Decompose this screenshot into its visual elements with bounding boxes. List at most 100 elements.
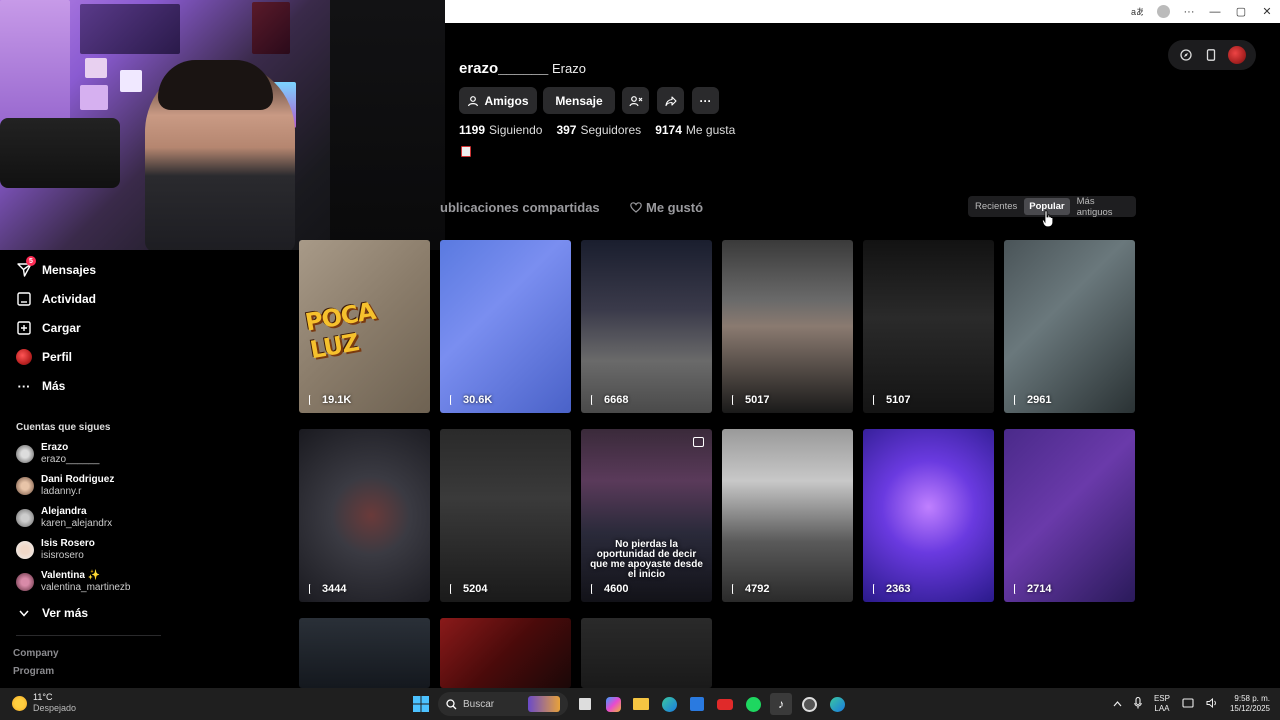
video-tile[interactable] <box>581 618 712 688</box>
sidebar-item-label: Perfil <box>42 350 73 364</box>
add-user-icon <box>628 95 642 106</box>
view-count: 5017 <box>732 394 769 406</box>
video-tile[interactable]: 2714 <box>1004 429 1135 602</box>
friends-button[interactable]: Amigos <box>459 87 537 114</box>
more-options-button[interactable]: ··· <box>692 87 719 114</box>
tiktok-icon[interactable]: ♪ <box>770 693 792 715</box>
user-avatar[interactable] <box>1227 46 1246 64</box>
video-tile[interactable]: 2363 <box>863 429 994 602</box>
wifi-icon[interactable] <box>1182 698 1194 710</box>
video-caption: POCA LUZ <box>303 296 378 365</box>
video-tile[interactable]: No pierdas la oportunidad de decir que m… <box>581 429 712 602</box>
video-tile[interactable]: 30.6K <box>440 240 571 413</box>
sidebar-item-activity[interactable]: Actividad <box>16 291 96 307</box>
video-tile[interactable]: 6668 <box>581 240 712 413</box>
sort-recent[interactable]: Recientes <box>970 198 1022 215</box>
message-button[interactable]: Mensaje <box>543 87 615 114</box>
view-count: 3444 <box>309 583 346 595</box>
start-icon[interactable] <box>410 693 432 715</box>
footer-link-company[interactable]: Company <box>13 648 59 659</box>
play-icon <box>309 584 318 594</box>
see-more-button[interactable]: Ver más <box>16 605 88 621</box>
video-tile[interactable]: 4792 <box>722 429 853 602</box>
clock[interactable]: 9:58 p. m. 15/12/2025 <box>1230 694 1270 714</box>
play-icon <box>450 584 459 594</box>
browser-icon[interactable] <box>826 693 848 715</box>
video-tile[interactable]: 2961 <box>1004 240 1135 413</box>
following-item[interactable]: Erazo erazo______ <box>16 442 99 466</box>
avatar-icon <box>16 349 32 365</box>
following-section-title: Cuentas que sigues <box>16 422 111 433</box>
see-more-label: Ver más <box>42 606 89 620</box>
share-button[interactable] <box>657 87 684 114</box>
following-item[interactable]: Alejandra karen_alejandrx <box>16 506 112 530</box>
video-tile[interactable]: 3444 <box>299 429 430 602</box>
video-tile[interactable] <box>440 618 571 688</box>
view-count: 30.6K <box>450 394 492 406</box>
sidebar-item-label: Más <box>42 379 66 393</box>
sort-oldest[interactable]: Más antiguos <box>1072 193 1134 221</box>
tab-shared-posts[interactable]: ublicaciones compartidas <box>440 200 600 215</box>
sidebar-item-more[interactable]: ··· Más <box>16 378 66 394</box>
play-icon <box>732 395 741 405</box>
stat-following[interactable]: 1199 Siguiendo <box>459 123 542 137</box>
message-label: Mensaje <box>555 93 603 108</box>
inbox-icon <box>16 291 32 307</box>
following-item[interactable]: Isis Rosero isisrosero <box>16 538 95 562</box>
stat-followers[interactable]: 397 Seguidores <box>556 123 641 137</box>
task-view-icon[interactable] <box>574 693 596 715</box>
svg-text:aあ: aあ <box>1131 7 1143 17</box>
footer-link-program[interactable]: Program <box>13 666 54 677</box>
video-tile[interactable]: POCA LUZ 19.1K <box>299 240 430 413</box>
file-explorer-icon[interactable] <box>630 693 652 715</box>
app-icon[interactable] <box>798 693 820 715</box>
video-tile[interactable]: 5204 <box>440 429 571 602</box>
messages-badge: 5 <box>26 256 36 266</box>
chevron-up-icon[interactable] <box>1113 700 1122 709</box>
following-item[interactable]: Valentina ✨ valentina_martinezb <box>16 570 131 594</box>
translate-icon[interactable]: aあ <box>1124 0 1150 23</box>
microphone-icon[interactable] <box>1134 696 1142 711</box>
follow-user-button[interactable] <box>622 87 649 114</box>
following-item[interactable]: Dani Rodriguez ladanny.r <box>16 474 114 498</box>
upload-icon <box>16 320 32 336</box>
avatar <box>16 541 34 559</box>
sidebar-item-upload[interactable]: Cargar <box>16 320 81 336</box>
video-tile[interactable] <box>299 618 430 688</box>
edge-icon[interactable] <box>658 693 680 715</box>
weather-widget[interactable]: 11°C Despejado <box>12 692 76 714</box>
heart-icon <box>630 202 642 213</box>
play-icon <box>591 584 600 594</box>
volume-icon[interactable] <box>1206 697 1218 710</box>
divider <box>16 635 161 636</box>
sidebar-item-label: Cargar <box>42 321 81 335</box>
tab-liked[interactable]: Me gustó <box>630 200 703 215</box>
taskbar-search[interactable]: Buscar <box>438 692 568 716</box>
play-icon <box>309 395 318 405</box>
floating-controls <box>1168 40 1256 70</box>
copilot-icon[interactable] <box>602 693 624 715</box>
taskbar: 11°C Despejado Buscar ♪ ESP LAA 9:58 p. … <box>0 688 1280 720</box>
browser-titlebar: aあ ··· — ▢ ✕ <box>445 0 1280 23</box>
more-icon[interactable]: ··· <box>1176 0 1202 23</box>
minimize-icon[interactable]: — <box>1202 0 1228 23</box>
language-indicator[interactable]: ESP LAA <box>1154 694 1170 714</box>
youtube-icon[interactable] <box>714 693 736 715</box>
phone-icon[interactable] <box>1203 47 1219 63</box>
sidebar-item-label: Actividad <box>42 292 97 306</box>
friends-label: Amigos <box>484 93 529 108</box>
close-icon[interactable]: ✕ <box>1254 0 1280 23</box>
spotify-icon[interactable] <box>742 693 764 715</box>
view-count: 4792 <box>732 583 769 595</box>
store-icon[interactable] <box>686 693 708 715</box>
compass-icon[interactable] <box>1178 47 1194 63</box>
video-caption: No pierdas la oportunidad de decir que m… <box>590 539 703 580</box>
video-tile[interactable]: 5107 <box>863 240 994 413</box>
sidebar-item-label: Mensajes <box>42 263 97 277</box>
video-tile[interactable]: 5017 <box>722 240 853 413</box>
sidebar-item-messages[interactable]: 5 Mensajes <box>16 256 97 278</box>
maximize-icon[interactable]: ▢ <box>1228 0 1254 23</box>
sidebar-item-profile[interactable]: Perfil <box>16 349 72 365</box>
view-count: 6668 <box>591 394 628 406</box>
profile-icon[interactable] <box>1150 0 1176 23</box>
